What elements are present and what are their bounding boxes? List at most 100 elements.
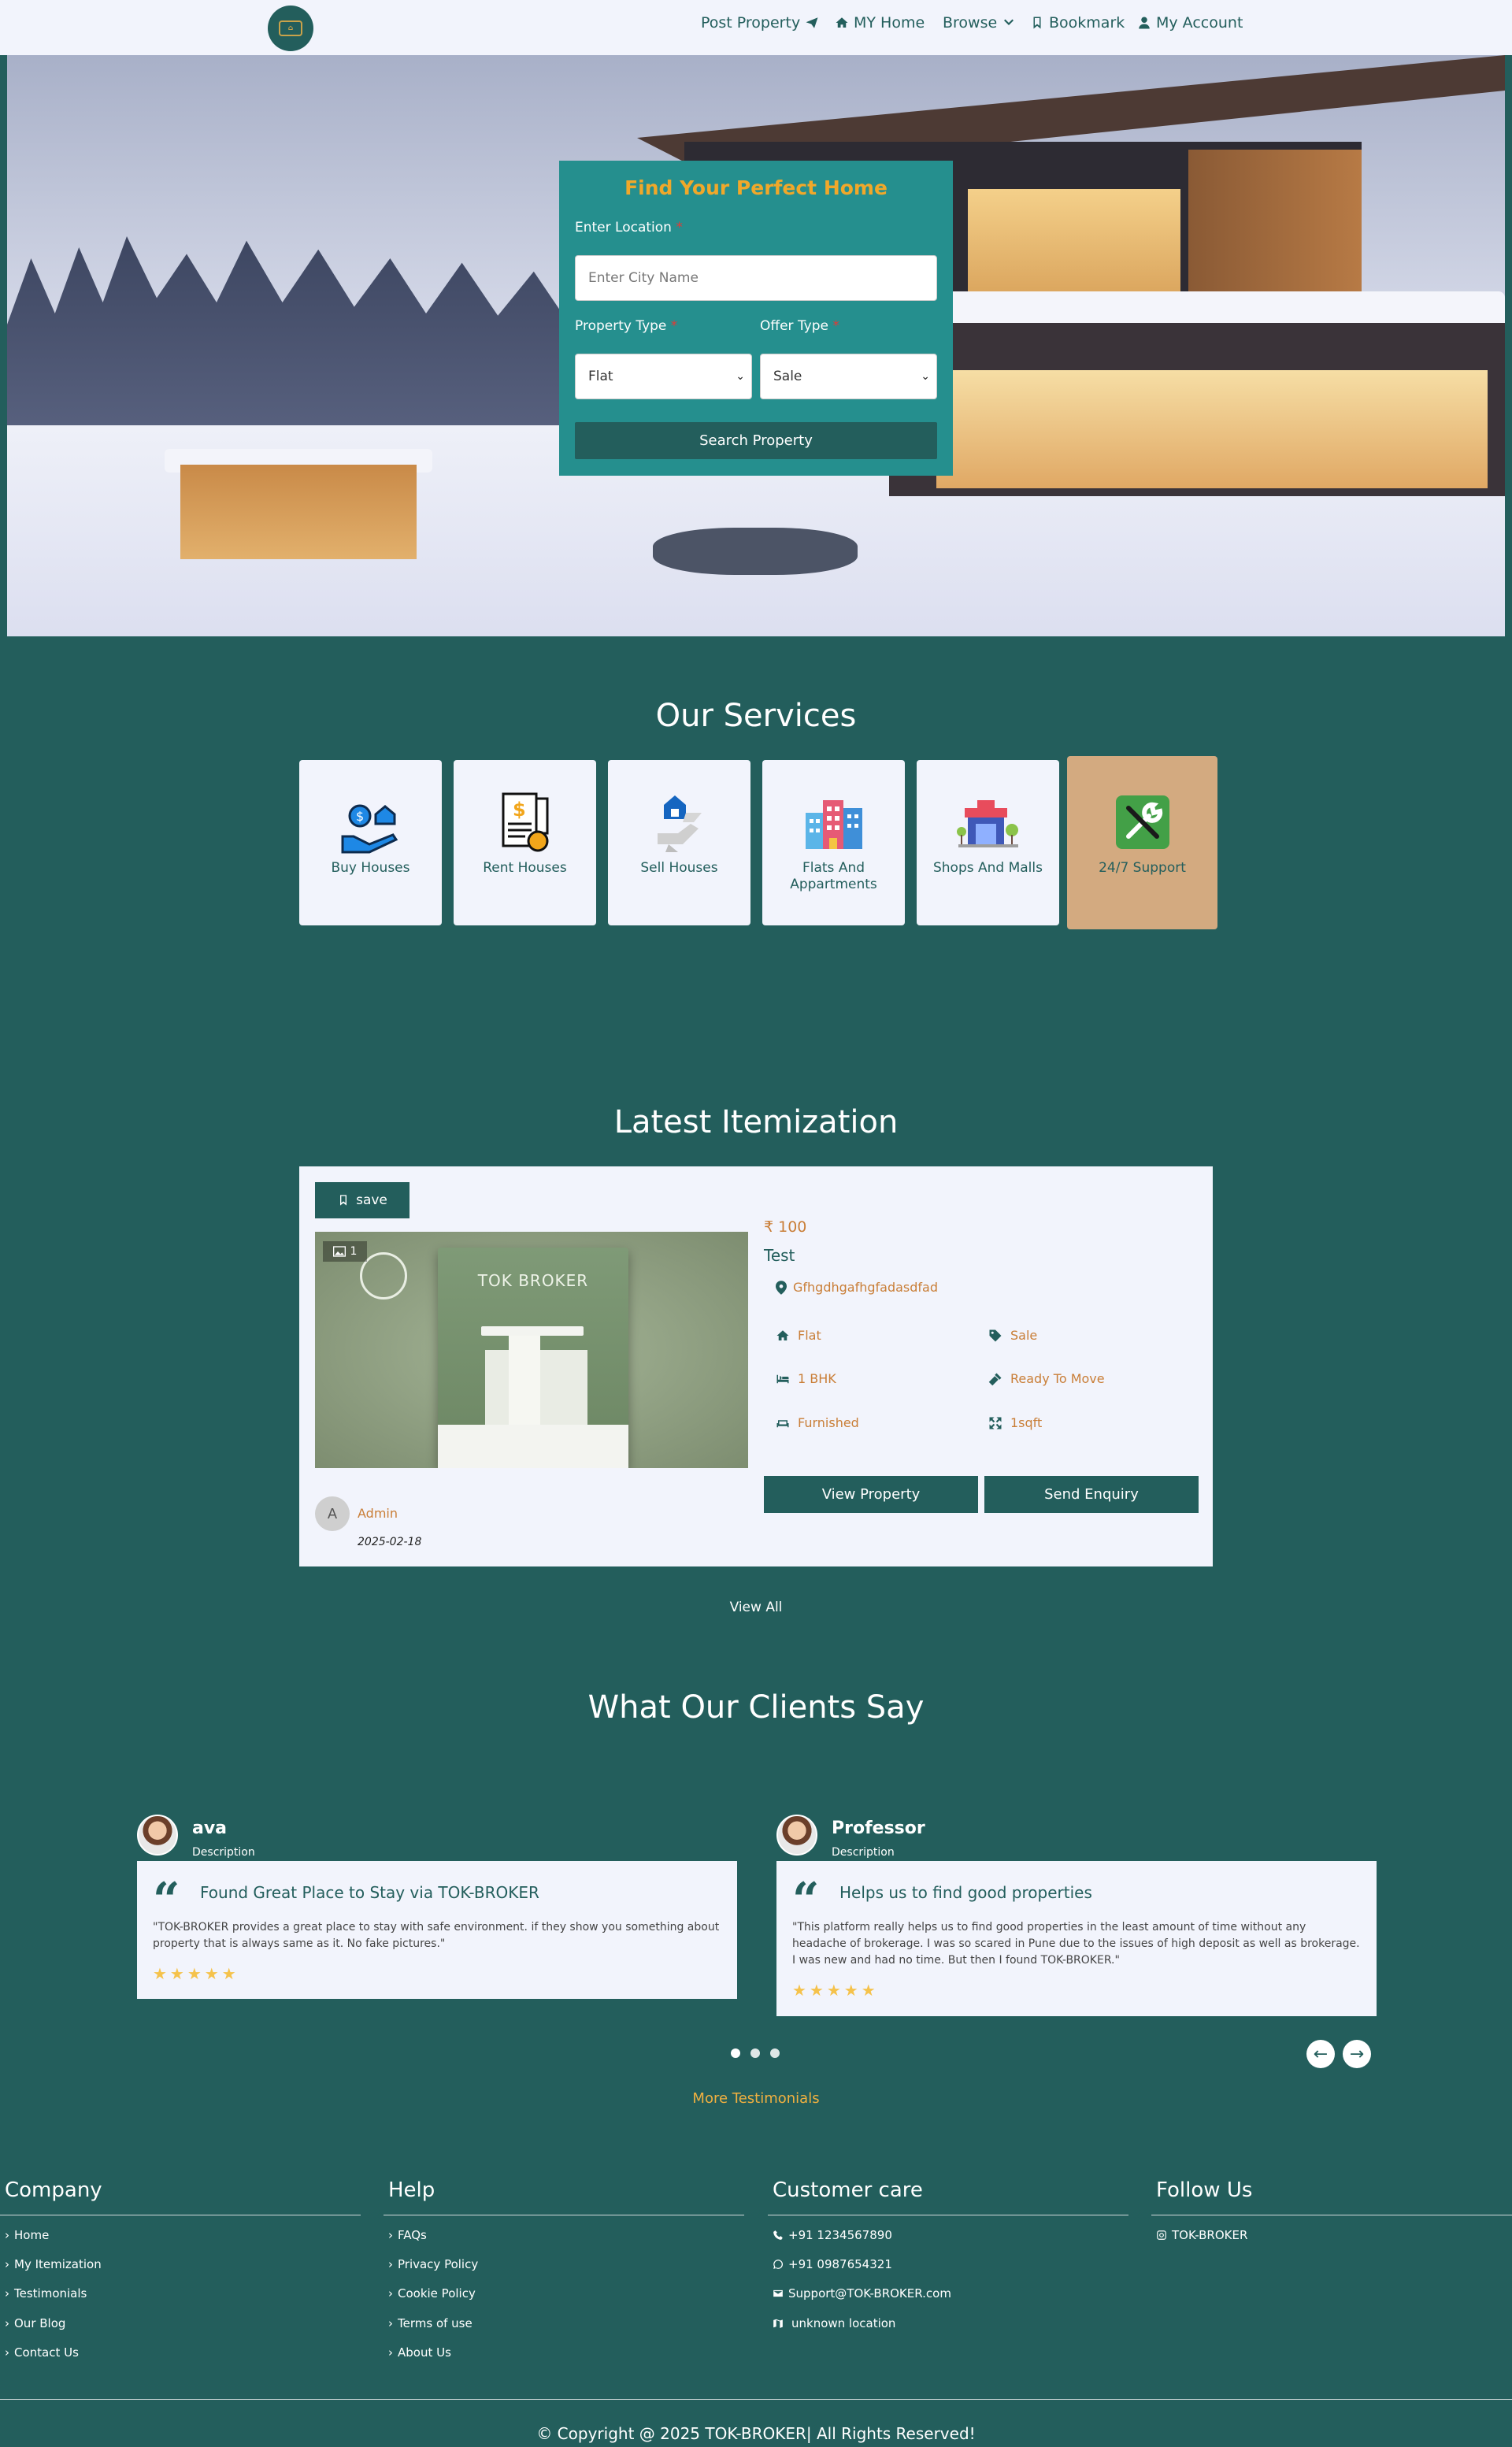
- carousel-dot[interactable]: [731, 2048, 740, 2058]
- testimonial-heading: Found Great Place to Stay via TOK-BROKER: [200, 1883, 539, 1902]
- attr-furnishing-value: Furnished: [798, 1415, 859, 1430]
- nav-post-property[interactable]: Post Property: [701, 13, 819, 32]
- attr-bhk: 1 BHK: [776, 1371, 836, 1386]
- hero-cabin: [180, 465, 417, 559]
- latest-title: Latest Itemization: [613, 1104, 899, 1140]
- service-shops-malls[interactable]: Shops And Malls: [917, 760, 1059, 925]
- chevron-right-icon: ›: [5, 2345, 9, 2360]
- property-type-label: Property Type *: [575, 318, 677, 334]
- quote-icon: “: [792, 1873, 820, 1928]
- footer-link-label: Testimonials: [14, 2286, 87, 2301]
- service-label: Buy Houses: [331, 860, 410, 876]
- service-buy-houses[interactable]: $ Buy Houses: [299, 760, 442, 925]
- chevron-right-icon: ›: [5, 2257, 9, 2271]
- property-price: ₹ 100: [764, 1218, 807, 1236]
- carousel-prev-button[interactable]: ←: [1306, 2040, 1335, 2068]
- poster-name[interactable]: Admin: [358, 1506, 398, 1521]
- footer-link-faqs[interactable]: › FAQs: [388, 2228, 427, 2242]
- service-flats-apartments[interactable]: Flats And Appartments: [762, 760, 905, 925]
- nav-my-home[interactable]: MY Home: [835, 13, 925, 32]
- save-button[interactable]: save: [315, 1182, 410, 1218]
- footer-link-contact-us[interactable]: › Contact Us: [5, 2345, 79, 2360]
- svg-text:$: $: [356, 809, 364, 824]
- service-label: Shops And Malls: [932, 860, 1043, 876]
- footer-link-terms-of-use[interactable]: › Terms of use: [388, 2316, 472, 2330]
- footer-link-label: Cookie Policy: [398, 2286, 476, 2301]
- footer-link-label: Our Blog: [14, 2316, 66, 2330]
- service-rent-houses[interactable]: $ Rent Houses: [454, 760, 596, 925]
- footer-link-label: Terms of use: [398, 2316, 472, 2330]
- property-type-select[interactable]: Flat ⌄: [575, 354, 752, 399]
- tools-icon: [1115, 795, 1169, 849]
- footer-link-privacy-policy[interactable]: › Privacy Policy: [388, 2257, 478, 2271]
- footer-phone[interactable]: +91 1234567890: [773, 2228, 892, 2242]
- footer-link-my-itemization[interactable]: › My Itemization: [5, 2257, 102, 2271]
- avatar: [137, 1815, 178, 1856]
- nav-my-home-label: MY Home: [854, 14, 925, 32]
- footer-link-testimonials[interactable]: › Testimonials: [5, 2286, 87, 2301]
- chevron-right-icon: ›: [388, 2228, 393, 2242]
- testimonial-heading: Helps us to find good properties: [839, 1883, 1092, 1902]
- attr-type: Flat: [776, 1328, 821, 1343]
- quote-icon: “: [153, 1873, 180, 1928]
- send-enquiry-button[interactable]: Send Enquiry: [984, 1476, 1199, 1513]
- nav-my-account[interactable]: My Account: [1137, 13, 1243, 32]
- search-title: Find Your Perfect Home: [624, 176, 888, 199]
- footer-whatsapp[interactable]: +91 0987654321: [773, 2257, 892, 2271]
- logo-mark-icon: ⌂: [279, 20, 302, 36]
- buildings-icon: [805, 800, 862, 849]
- offer-type-label: Offer Type *: [760, 318, 839, 334]
- testimonial-body: "TOK-BROKER provides a great place to st…: [153, 1921, 720, 1950]
- property-address: Gfhgdhgafhgfadasdfad: [776, 1280, 938, 1295]
- service-label: Rent Houses: [483, 860, 567, 876]
- arrow-right-icon: →: [1349, 2044, 1365, 2064]
- footer-divider: [0, 2399, 1512, 2400]
- view-property-button[interactable]: View Property: [764, 1476, 978, 1513]
- attr-bhk-value: 1 BHK: [798, 1371, 836, 1386]
- testimonial-card: “ Found Great Place to Stay via TOK-BROK…: [137, 1861, 737, 1999]
- hero-window-lower: [936, 370, 1488, 488]
- footer-link-cookie-policy[interactable]: › Cookie Policy: [388, 2286, 476, 2301]
- arrow-left-icon: ←: [1313, 2044, 1329, 2064]
- nav-bookmark[interactable]: Bookmark: [1030, 13, 1125, 32]
- more-testimonials-link[interactable]: More Testimonials: [0, 2090, 1512, 2107]
- required-mark: *: [670, 318, 678, 334]
- footer-company-title: Company: [5, 2178, 102, 2202]
- nav-browse[interactable]: Browse: [943, 13, 1016, 32]
- footer-link-label: My Itemization: [14, 2257, 102, 2271]
- property-address-text: Gfhgdhgafhgfadasdfad: [793, 1280, 938, 1295]
- location-placeholder: Enter City Name: [588, 270, 699, 286]
- chevron-down-icon: [1004, 19, 1014, 25]
- footer-email-text: Support@TOK-BROKER.com: [788, 2286, 951, 2301]
- property-type-label-text: Property Type: [575, 318, 667, 334]
- buy-house-icon: $: [341, 804, 398, 854]
- location-input[interactable]: Enter City Name: [575, 255, 937, 301]
- property-name: Test: [764, 1246, 795, 1265]
- footer-instagram[interactable]: TOK-BROKER: [1156, 2228, 1247, 2242]
- footer-link-our-blog[interactable]: › Our Blog: [5, 2316, 65, 2330]
- carousel-dot[interactable]: [770, 2048, 780, 2058]
- offer-type-label-text: Offer Type: [760, 318, 828, 334]
- chevron-down-icon: ⌄: [736, 370, 745, 383]
- required-mark: *: [676, 220, 683, 235]
- service-sell-houses[interactable]: Sell Houses: [608, 760, 750, 925]
- service-support[interactable]: 24/7 Support: [1067, 756, 1217, 929]
- property-image[interactable]: TOK BROKER 1: [315, 1232, 748, 1468]
- footer-email[interactable]: Support@TOK-BROKER.com: [773, 2286, 951, 2301]
- footer-link-label: About Us: [398, 2345, 451, 2360]
- offer-type-select[interactable]: Sale ⌄: [760, 354, 937, 399]
- instagram-icon: [1157, 2230, 1166, 2240]
- carousel-dot[interactable]: [750, 2048, 760, 2058]
- footer-link-home[interactable]: › Home: [5, 2228, 49, 2242]
- couch-icon: [776, 1419, 789, 1427]
- property-type-value: Flat: [588, 369, 613, 384]
- footer-link-label: Contact Us: [14, 2345, 79, 2360]
- search-property-button[interactable]: Search Property: [575, 422, 937, 459]
- footer-link-about-us[interactable]: › About Us: [388, 2345, 451, 2360]
- image-decoration: [360, 1252, 407, 1300]
- carousel-next-button[interactable]: →: [1343, 2040, 1371, 2068]
- service-label: 24/7 Support: [1099, 860, 1186, 876]
- site-logo[interactable]: ⌂: [268, 6, 313, 51]
- view-all-link[interactable]: View All: [0, 1600, 1512, 1615]
- footer-help-title: Help: [388, 2178, 435, 2202]
